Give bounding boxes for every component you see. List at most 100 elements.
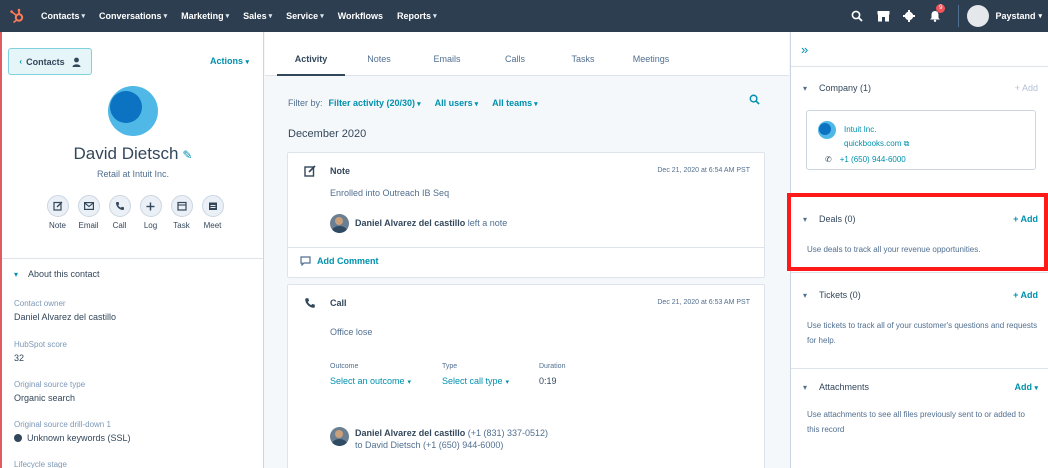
nav-item-service[interactable]: Service ▾: [279, 11, 331, 21]
call-action-label: Call: [112, 221, 127, 230]
property-value: Organic search: [14, 393, 76, 403]
company-section-title: Company (1): [819, 83, 872, 93]
chevron-down-icon: ▾: [803, 83, 808, 93]
company-logo-avatar: [108, 86, 158, 136]
task-action[interactable]: Task: [166, 195, 197, 230]
property-label: Original source drill-down 1: [14, 420, 111, 429]
meeting-calendar-icon: [201, 195, 224, 217]
outcome-dropdown[interactable]: Select an outcome ▾: [330, 376, 442, 386]
search-icon[interactable]: [844, 10, 870, 22]
tab-activity[interactable]: Activity: [277, 32, 345, 76]
search-activity-icon[interactable]: [749, 94, 760, 108]
tab-notes[interactable]: Notes: [345, 32, 413, 76]
expand-sidebar-icon[interactable]: »: [801, 42, 808, 57]
back-to-contacts-button[interactable]: ‹ Contacts: [8, 48, 92, 75]
contact-name-heading: David Dietsch ✎: [2, 144, 263, 164]
card-timestamp: Dec 21, 2020 at 6:54 AM PST: [657, 167, 750, 174]
call-type-field[interactable]: Type Select call type ▾: [442, 363, 539, 386]
note-edit-icon: [304, 165, 316, 180]
about-this-contact-toggle[interactable]: ▾ About this contact: [14, 269, 100, 279]
add-company-button[interactable]: + Add: [1015, 83, 1038, 93]
marketplace-icon[interactable]: [870, 10, 896, 22]
call-fields: Outcome Select an outcome ▾ Type Select c…: [330, 363, 599, 386]
contact-person-icon: [72, 57, 81, 67]
add-deal-button[interactable]: + Add: [1013, 214, 1038, 224]
nav-item-conversations[interactable]: Conversations ▾: [92, 11, 174, 21]
contact-name: David Dietsch: [73, 144, 179, 163]
chevron-down-icon: ▾: [163, 13, 168, 20]
tab-emails[interactable]: Emails: [413, 32, 481, 76]
property-source-drill-down[interactable]: Original source drill-down 1 Unknown key…: [14, 420, 131, 443]
nav-item-contacts[interactable]: Contacts ▾: [34, 11, 92, 21]
note-action[interactable]: Note: [42, 195, 73, 230]
property-contact-owner[interactable]: Contact owner Daniel Alvarez del castill…: [14, 299, 116, 322]
add-comment-button[interactable]: Add Comment: [288, 247, 764, 273]
filter-teams-dropdown[interactable]: All teams ▾: [492, 98, 538, 108]
company-phone[interactable]: +1 (650) 944-6000: [840, 155, 906, 164]
account-name: Paystand: [995, 11, 1036, 21]
company-domain-link[interactable]: quickbooks.com: [844, 139, 901, 148]
meet-action[interactable]: Meet: [197, 195, 228, 230]
nav-item-reports[interactable]: Reports ▾: [390, 11, 444, 21]
chevron-down-icon: ▾: [505, 379, 510, 386]
contact-job-title: Retail at Intuit Inc.: [96, 169, 170, 179]
tab-meetings[interactable]: Meetings: [617, 32, 685, 76]
section-divider: [791, 193, 1048, 194]
add-attachment-dropdown[interactable]: Add ▾: [1014, 382, 1038, 392]
associations-sidebar: » ▾ Company (1) + Add Intuit Inc. quickb…: [790, 32, 1048, 468]
edit-pencil-icon[interactable]: ✎: [182, 148, 192, 162]
tab-calls[interactable]: Calls: [481, 32, 549, 76]
outcome-value: Select an outcome: [330, 376, 405, 386]
call-action[interactable]: Call: [104, 195, 135, 230]
deals-empty-text: Use deals to track all your revenue oppo…: [807, 245, 981, 254]
hubspot-logo-icon[interactable]: [0, 8, 34, 24]
property-label: HubSpot score: [14, 340, 67, 349]
chevron-down-icon: ▾: [803, 214, 808, 224]
property-original-source-type[interactable]: Original source type Organic search: [14, 380, 85, 403]
call-notes: Office lose: [330, 327, 373, 337]
outcome-field[interactable]: Outcome Select an outcome ▾: [330, 363, 442, 386]
chevron-down-icon: ▾: [268, 13, 273, 20]
user-avatar[interactable]: [967, 5, 990, 27]
company-name-link[interactable]: Intuit Inc.: [844, 125, 876, 134]
phone-icon: [108, 195, 131, 217]
filter-activity-dropdown[interactable]: Filter activity (20/30) ▾: [329, 98, 421, 108]
property-hubspot-score[interactable]: HubSpot score 32: [14, 340, 67, 363]
nav-item-marketing[interactable]: Marketing ▾: [174, 11, 236, 21]
nav-item-workflows[interactable]: Workflows: [331, 11, 390, 21]
call-type-dropdown[interactable]: Select call type ▾: [442, 376, 539, 386]
nav-item-label: Contacts: [41, 11, 80, 21]
company-section-toggle[interactable]: ▾ Company (1): [803, 83, 871, 93]
author-name[interactable]: Daniel Alvarez del castillo: [355, 428, 465, 438]
chevron-down-icon: ▾: [417, 101, 421, 108]
filter-users-dropdown[interactable]: All users ▾: [435, 98, 479, 108]
section-divider: [791, 66, 1048, 67]
tickets-section-toggle[interactable]: ▾ Tickets (0): [803, 290, 861, 300]
log-action[interactable]: Log: [135, 195, 166, 230]
account-menu[interactable]: Paystand ▾: [995, 11, 1042, 21]
tab-tasks[interactable]: Tasks: [549, 32, 617, 76]
notifications-bell-icon[interactable]: 9: [922, 4, 948, 22]
attachments-section-toggle[interactable]: ▾ Attachments: [803, 382, 869, 392]
deals-section-toggle[interactable]: ▾ Deals (0): [803, 214, 856, 224]
card-title: Note: [330, 166, 350, 176]
nav-item-sales[interactable]: Sales ▾: [236, 11, 279, 21]
external-link-icon: ⧉: [903, 139, 910, 148]
info-icon: [14, 434, 22, 442]
property-lifecycle-stage[interactable]: Lifecycle stage: [14, 460, 67, 468]
nav-item-label: Workflows: [337, 11, 384, 21]
company-card[interactable]: Intuit Inc. quickbooks.com ⧉ ✆ +1 (650) 9…: [806, 110, 1036, 170]
add-attachment-label: Add: [1014, 382, 1032, 392]
chevron-down-icon: ▾: [245, 59, 250, 66]
recipient-line: to David Dietsch (+1 (650) 944-6000): [355, 440, 504, 450]
note-activity-card[interactable]: Note Dec 21, 2020 at 6:54 AM PST Enrolle…: [287, 152, 765, 278]
settings-gear-icon[interactable]: [896, 10, 922, 22]
author-name[interactable]: Daniel Alvarez del castillo: [355, 218, 465, 228]
add-ticket-button[interactable]: + Add: [1013, 290, 1038, 300]
actions-dropdown[interactable]: Actions ▾: [210, 56, 249, 66]
email-action-label: Email: [78, 221, 99, 230]
participants-text: Daniel Alvarez del castillo (+1 (831) 33…: [355, 427, 548, 451]
duration-field[interactable]: Duration 0:19: [539, 363, 599, 386]
call-activity-card[interactable]: Call Dec 21, 2020 at 6:53 AM PST Office …: [287, 284, 765, 468]
email-action[interactable]: Email: [73, 195, 104, 230]
